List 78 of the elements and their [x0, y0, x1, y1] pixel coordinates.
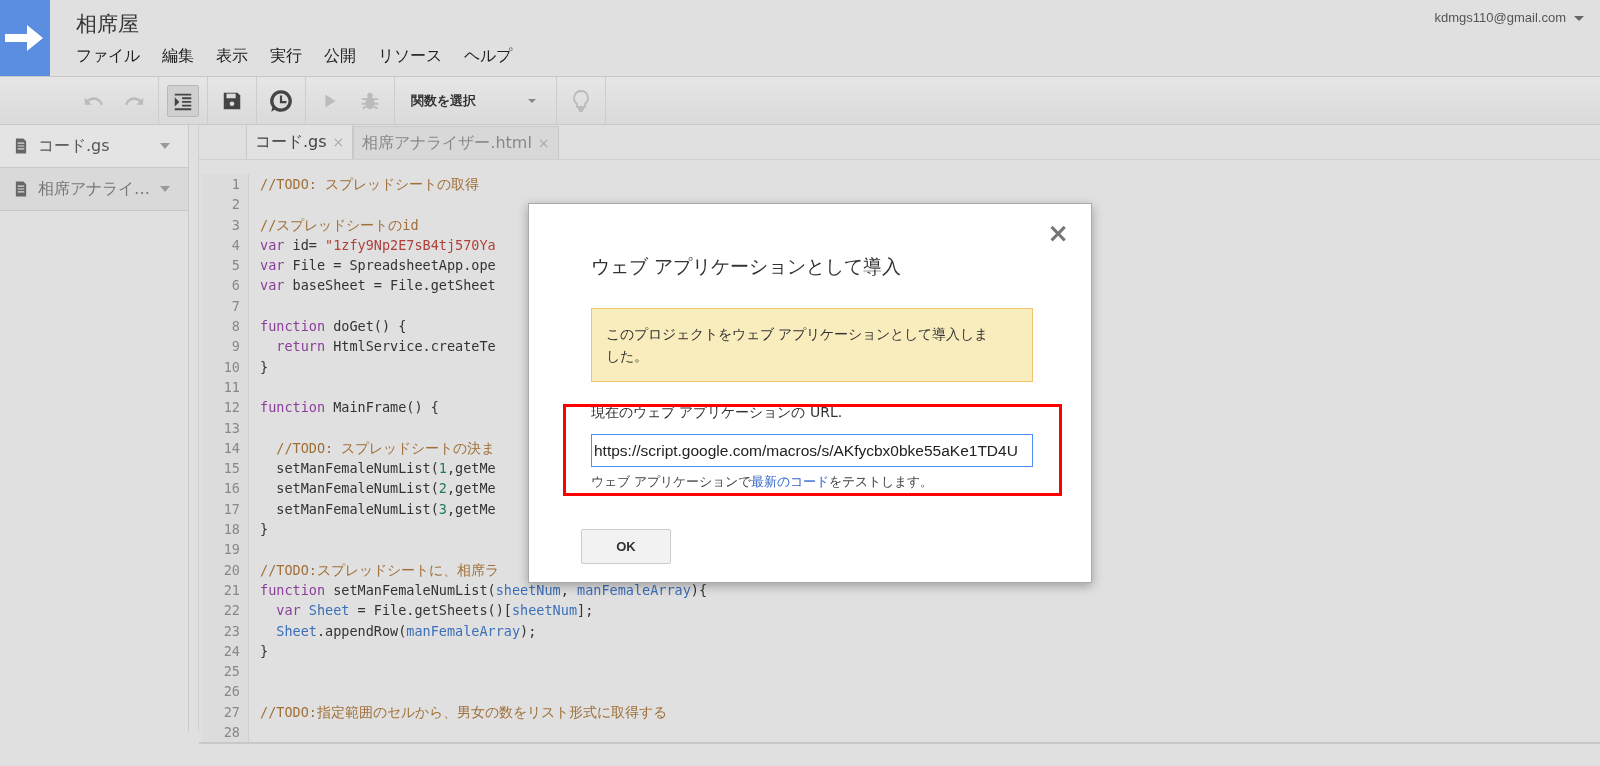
line-number: 14 — [222, 438, 241, 458]
line-number: 27 — [222, 702, 241, 722]
code-line: return HtmlService.createTe — [275, 337, 496, 357]
line-number: 6 — [230, 276, 241, 296]
caret-icon[interactable] — [160, 143, 170, 149]
line-number: 13 — [222, 418, 241, 438]
line-number: 23 — [222, 621, 241, 641]
close-button[interactable]: × — [1047, 218, 1069, 248]
file-tab[interactable]: コード.gs × — [246, 124, 354, 159]
test-hint: ウェブ アプリケーションで最新のコード をテストします。 — [591, 473, 935, 491]
tab-label: 相席アナライザー.html — [362, 132, 532, 154]
code-line: setManFemaleNumList(2,getMe — [275, 479, 496, 499]
document-icon — [14, 180, 28, 198]
line-number: 5 — [230, 256, 241, 276]
code-line: setManFemaleNumList(3,getMe — [275, 499, 496, 519]
line-number: 2 — [230, 195, 241, 215]
line-number: 4 — [230, 235, 241, 255]
success-notice: このプロジェクトをウェブ アプリケーションとして導入しました。 — [591, 308, 1033, 382]
code-line: } — [260, 641, 269, 661]
line-number: 15 — [222, 459, 241, 479]
tab-label: コード.gs — [255, 131, 327, 153]
code-line: //TODO: スプレッドシートの決ま — [275, 438, 496, 458]
menu-item[interactable]: 表示 — [216, 46, 248, 67]
url-field[interactable]: https://script.google.com/macros/s/AKfycbx0bke55aKe1TD4U — [591, 434, 1033, 467]
menu-item[interactable]: 公開 — [324, 46, 356, 67]
project-title[interactable]: 相席屋 — [76, 10, 1435, 38]
menu-item[interactable]: ヘルプ — [464, 46, 512, 67]
line-number: 18 — [222, 520, 241, 540]
logo-icon[interactable] — [0, 0, 50, 76]
code-line: //TODO: スプレッドシートの取得 — [260, 175, 480, 194]
function-select[interactable]: 関数を選択 — [395, 77, 557, 124]
line-number: 3 — [230, 215, 241, 235]
line-number: 7 — [230, 296, 241, 316]
line-number: 24 — [222, 641, 241, 661]
latest-code-link[interactable]: 最新のコード — [751, 474, 830, 489]
line-number: 28 — [222, 723, 241, 742]
document-icon — [14, 137, 28, 155]
code-line: setManFemaleNumList(1,getMe — [275, 459, 496, 479]
ok-button[interactable]: OK — [581, 529, 671, 564]
menu-item[interactable]: ファイル — [76, 46, 140, 67]
line-number: 20 — [222, 560, 241, 580]
code-line: var Sheet = File.getSheets()[sheetNum]; — [275, 601, 594, 621]
code-line: var File = SpreadsheetApp.ope — [260, 256, 496, 276]
line-number: 21 — [222, 580, 241, 600]
line-number: 17 — [222, 499, 241, 519]
line-number: 22 — [222, 601, 241, 621]
code-line: //TODO:スプレッドシートに、相席ラ — [260, 560, 499, 580]
account-email[interactable]: kdmgs110@gmail.com — [1434, 10, 1566, 25]
line-number: 8 — [230, 317, 241, 337]
menu-item[interactable]: 実行 — [270, 46, 302, 67]
code-line: var baseSheet = File.getSheet — [260, 276, 496, 296]
line-number: 10 — [222, 357, 241, 377]
code-line: //TODO:指定範囲のセルから、男女の数をリスト形式に取得する — [260, 702, 667, 722]
menu-item[interactable]: リソース — [378, 46, 442, 67]
code-line: function setManFemaleNumList(sheetNum, manFemaleArray){ — [260, 580, 708, 600]
line-number: 1 — [230, 175, 241, 194]
caret-icon — [528, 98, 536, 103]
code-line: function MainFrame() { — [260, 398, 439, 418]
clock-icon — [268, 87, 294, 114]
code-line: function doGet() { — [260, 317, 407, 337]
line-number: 16 — [222, 479, 241, 499]
caret-icon[interactable] — [160, 186, 170, 192]
line-number: 25 — [222, 662, 241, 682]
line-number: 12 — [222, 398, 241, 418]
line-number: 19 — [222, 540, 241, 560]
code-line: var id= "1zfy9Np2E7sB4tj570Ya — [260, 235, 496, 255]
menu-item[interactable]: 編集 — [162, 46, 194, 67]
caret-icon[interactable] — [1574, 16, 1584, 21]
code-line: } — [260, 357, 269, 377]
file-item[interactable]: コード.gs — [0, 125, 188, 168]
line-number: 9 — [230, 337, 241, 357]
code-line: //スプレッドシートのid — [260, 215, 419, 235]
line-number: 11 — [222, 377, 241, 397]
code-line: Sheet.appendRow(manFemaleArray); — [275, 621, 537, 641]
dialog-title: ウェブ アプリケーションとして導入 — [591, 254, 903, 279]
code-line: } — [260, 520, 269, 540]
indent-button[interactable] — [167, 84, 199, 117]
line-number: 26 — [222, 682, 241, 702]
